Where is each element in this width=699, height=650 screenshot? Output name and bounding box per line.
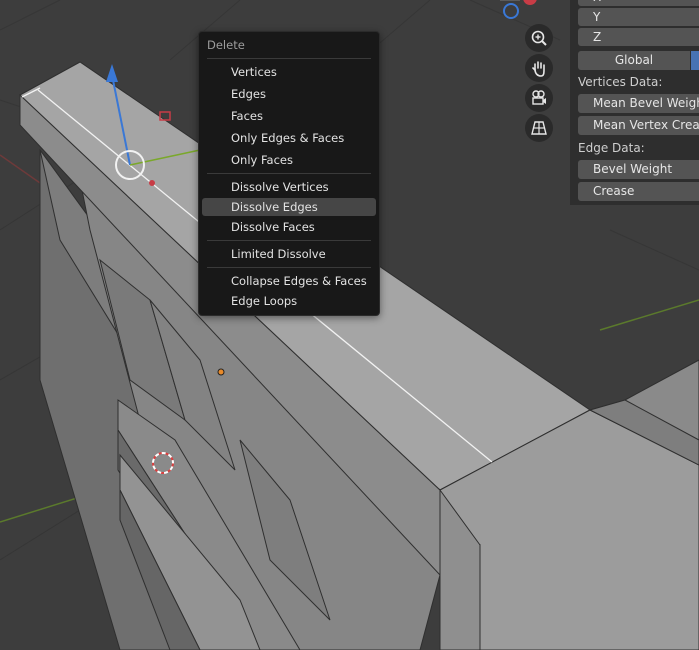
delete-menu: Delete Vertices Edges Faces Only Edges &… — [198, 31, 380, 316]
menu-item-collapse-edges-faces[interactable]: Collapse Edges & Faces — [202, 272, 376, 290]
menu-title: Delete — [207, 38, 245, 52]
menu-item-dissolve-edges[interactable]: Dissolve Edges — [202, 198, 376, 216]
edge-data-label: Edge Data: — [578, 141, 645, 155]
menu-separator — [207, 267, 371, 268]
nav-axis-x[interactable] — [523, 0, 537, 5]
menu-item-limited-dissolve[interactable]: Limited Dissolve — [202, 245, 376, 263]
zoom-icon — [531, 30, 547, 46]
y-field[interactable]: Y — [578, 8, 699, 26]
perspective-toggle-button[interactable] — [525, 114, 553, 142]
bevel-weight-field[interactable]: Bevel Weight — [578, 160, 699, 179]
zoom-button[interactable] — [525, 24, 553, 52]
menu-item-only-faces[interactable]: Only Faces — [202, 151, 376, 169]
crease-field[interactable]: Crease — [578, 182, 699, 201]
menu-separator — [207, 58, 371, 59]
camera-icon — [532, 90, 546, 105]
object-origin — [217, 368, 225, 376]
menu-separator — [207, 240, 371, 241]
hand-icon — [532, 61, 545, 77]
menu-item-faces[interactable]: Faces — [202, 107, 376, 125]
menu-item-edges[interactable]: Edges — [202, 85, 376, 103]
pan-button[interactable] — [525, 54, 553, 82]
menu-item-vertices[interactable]: Vertices — [202, 63, 376, 81]
z-field[interactable]: Z — [578, 28, 699, 46]
mean-vertex-crease-field[interactable]: Mean Vertex Crease — [578, 116, 699, 135]
x-field[interactable]: X — [578, 0, 699, 6]
menu-item-edge-loops[interactable]: Edge Loops — [202, 292, 376, 310]
nav-axis-z[interactable] — [503, 3, 519, 19]
grid-perspective-icon — [531, 121, 547, 135]
menu-item-dissolve-faces[interactable]: Dissolve Faces — [202, 218, 376, 236]
camera-view-button[interactable] — [525, 84, 553, 112]
mean-bevel-weight-field[interactable]: Mean Bevel Weight — [578, 94, 699, 113]
orientation-global-button[interactable]: Global — [578, 51, 690, 70]
menu-separator — [207, 173, 371, 174]
menu-item-dissolve-vertices[interactable]: Dissolve Vertices — [202, 178, 376, 196]
menu-item-only-edges-faces[interactable]: Only Edges & Faces — [202, 129, 376, 147]
vertices-data-label: Vertices Data: — [578, 75, 663, 89]
orientation-local-toggle[interactable] — [691, 51, 699, 70]
